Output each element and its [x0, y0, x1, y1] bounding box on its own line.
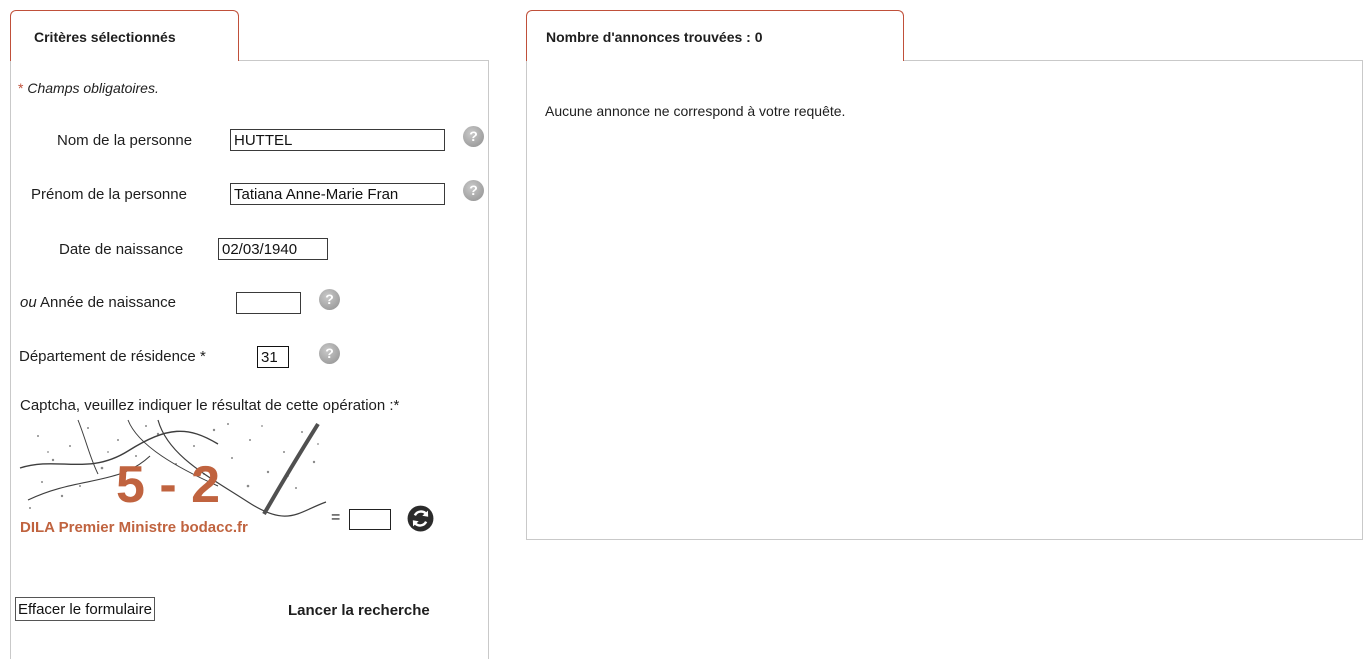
help-icon[interactable]: ?: [463, 180, 484, 201]
department-input[interactable]: [257, 346, 289, 368]
birth-year-prefix: ou: [20, 294, 37, 311]
captcha-image: 5 - 2 DILA Premier Ministre bodacc.fr: [18, 416, 330, 538]
captcha-answer-input[interactable]: [349, 509, 391, 530]
birth-year-label-text: Année de naissance: [40, 294, 176, 311]
help-icon[interactable]: ?: [463, 126, 484, 147]
birth-year-label: ou Année de naissance: [20, 294, 176, 311]
last-name-input[interactable]: [230, 129, 445, 151]
birth-year-input[interactable]: [236, 292, 301, 314]
clear-form-button[interactable]: Effacer le formulaire: [15, 597, 155, 621]
first-name-label: Prénom de la personne: [31, 186, 187, 203]
department-label: Département de résidence *: [19, 348, 206, 365]
captcha-label: Captcha, veuillez indiquer le résultat d…: [20, 397, 400, 414]
captcha-credit: DILA Premier Ministre bodacc.fr: [20, 519, 248, 536]
criteria-tab-title: Critères sélectionnés: [34, 29, 176, 45]
refresh-icon[interactable]: [407, 505, 434, 532]
captcha-equals: =: [331, 509, 341, 526]
results-tab: Nombre d'annonces trouvées : 0: [526, 10, 904, 61]
help-icon[interactable]: ?: [319, 289, 340, 310]
svg-text:5 - 2: 5 - 2: [116, 456, 220, 514]
search-button[interactable]: Lancer la recherche: [288, 602, 430, 619]
no-results-message: Aucune annonce ne correspond à votre req…: [545, 103, 846, 119]
birth-date-label: Date de naissance: [59, 241, 184, 258]
last-name-label: Nom de la personne: [57, 132, 193, 149]
captcha-text: 5 - 2: [116, 456, 220, 514]
required-note-text: Champs obligatoires.: [27, 80, 159, 96]
birth-date-input[interactable]: [218, 238, 328, 260]
first-name-input[interactable]: [230, 183, 445, 205]
required-note: * Champs obligatoires.: [18, 80, 159, 96]
results-panel: [526, 60, 1363, 540]
help-icon[interactable]: ?: [319, 343, 340, 364]
page: Critères sélectionnés * Champs obligatoi…: [0, 0, 1363, 659]
results-count-title: Nombre d'annonces trouvées : 0: [546, 29, 763, 45]
required-star: *: [18, 80, 24, 96]
criteria-tab: Critères sélectionnés: [10, 10, 239, 61]
